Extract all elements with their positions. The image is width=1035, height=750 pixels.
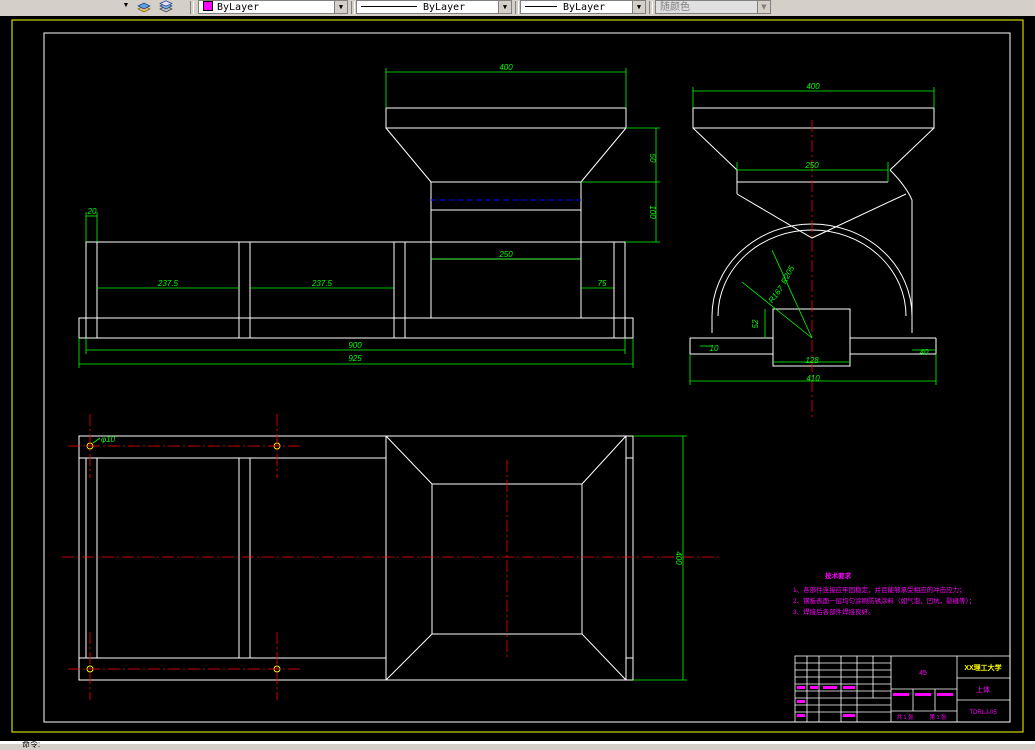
properties-toolbar: ▼ ByLayer ▼ ByLayer ▼ ByLayer ▼ 随颜色 ▼ — [0, 0, 1035, 17]
lineweight-sample — [525, 6, 557, 7]
dim-post-width: 20 — [87, 207, 97, 216]
layer-previous-icon[interactable] — [136, 0, 152, 14]
post-1 — [85, 241, 98, 339]
dim-span-2: 237.5 — [311, 279, 333, 288]
toolbar-separator — [515, 1, 519, 14]
dim-base-overall: 925 — [348, 354, 362, 363]
dim-throat-height: 100 — [648, 205, 657, 219]
drawing-frame — [43, 32, 1011, 723]
front-view-dimensions — [78, 68, 660, 368]
title-sheet-no: 第 1 张 — [929, 713, 947, 721]
tech-note-line: 1、各部件连接应牢固稳定，并且能够承受相应的冲击应力； — [793, 585, 966, 594]
technical-requirements: 技术要求 1、各部件连接应牢固稳定，并且能够承受相应的冲击应力； 2、钢板表面一… — [793, 571, 975, 616]
hopper-left-taper — [385, 127, 432, 183]
plan-view-dimensions — [92, 435, 687, 681]
title-part-name: 上体 — [976, 685, 990, 694]
dim-side-mid-width: 250 — [804, 161, 819, 170]
dim-end-span: 75 — [598, 279, 607, 288]
base-plate — [78, 317, 634, 339]
chevron-down-icon[interactable]: ▼ — [757, 1, 770, 13]
dim-radius-outer: R205 — [779, 264, 796, 286]
linetype-sample — [361, 6, 417, 7]
color-control-dropdown[interactable]: ByLayer ▼ — [198, 0, 348, 14]
bylayer-color-swatch — [203, 1, 213, 11]
side-view-dimensions — [689, 87, 937, 385]
layer-states-icon[interactable] — [158, 0, 174, 14]
front-view — [78, 107, 634, 339]
plan-outline — [78, 435, 634, 681]
chevron-down-icon[interactable]: ▼ — [632, 1, 645, 13]
command-prompt: 命令: — [22, 740, 41, 749]
dim-span-1: 237.5 — [157, 279, 179, 288]
linetype-control-value: ByLayer — [423, 2, 466, 13]
plan-view-centerlines — [62, 414, 722, 700]
dim-hopper-top-width: 400 — [499, 63, 513, 72]
post-4 — [613, 241, 626, 339]
toolbar-separator — [649, 1, 653, 14]
hopper-top-rim — [385, 107, 627, 129]
chevron-down-icon[interactable]: ▼ — [498, 1, 511, 13]
dim-hole-dia: φ10 — [101, 435, 116, 444]
chevron-down-icon[interactable]: ▼ — [334, 1, 347, 13]
plan-view — [78, 435, 634, 681]
color-control-value: ByLayer — [217, 2, 260, 13]
tech-notes-title: 技术要求 — [825, 571, 852, 580]
plotstyle-control-value: 随颜色 — [660, 2, 690, 13]
title-school: XX理工大学 — [964, 663, 1001, 672]
toolbar-separator — [190, 1, 194, 14]
dim-side-overall-width: 410 — [806, 374, 820, 383]
title-drawing-no: TDRLJ-05 — [969, 710, 997, 716]
hopper-right-taper — [580, 127, 627, 183]
plotstyle-control-dropdown[interactable]: 随颜色 ▼ — [655, 0, 771, 14]
title-sheet-total: 共 1 张 — [896, 713, 914, 721]
dim-block-height: 52 — [751, 319, 760, 328]
sheet-border — [11, 19, 1024, 733]
plan-view-holes — [86, 442, 281, 673]
tech-note-line: 2、钢板表面一层均匀涂刷防锈涂料（如气泡，凹坑，裂缝等）； — [793, 596, 975, 605]
cad-drawing[interactable]: 400 50 100 250 20 237.5 237.5 75 900 925 — [0, 16, 1035, 741]
lineweight-control-value: ByLayer — [563, 2, 606, 13]
dim-right-step: 40 — [920, 348, 929, 357]
tech-note-line: 3、焊接后各部件焊接良好。 — [793, 607, 875, 616]
dim-base-inner: 900 — [348, 341, 362, 350]
dim-side-top-width: 400 — [806, 82, 820, 91]
dim-block-width: 128 — [805, 356, 819, 365]
post-3 — [393, 241, 406, 339]
dim-radius-inner: R167 — [767, 284, 786, 305]
dim-plan-overall-height: 400 — [674, 551, 683, 565]
hopper-throat — [430, 181, 582, 260]
linetype-control-dropdown[interactable]: ByLayer ▼ — [356, 0, 512, 14]
dim-throat-width: 250 — [498, 250, 513, 259]
post-2 — [238, 241, 251, 339]
title-material: 45 — [919, 670, 927, 677]
layer-dropdown-arrow-icon[interactable]: ▼ — [120, 0, 132, 12]
side-hopper-top-rim — [692, 107, 935, 129]
toolbar-separator — [351, 1, 355, 14]
dim-hopper-taper-height: 50 — [648, 154, 657, 163]
drawing-canvas[interactable]: 400 50 100 250 20 237.5 237.5 75 900 925 — [0, 16, 1035, 741]
lineweight-control-dropdown[interactable]: ByLayer ▼ — [520, 0, 646, 14]
side-view — [689, 107, 937, 367]
dim-left-step: 10 — [710, 344, 719, 353]
